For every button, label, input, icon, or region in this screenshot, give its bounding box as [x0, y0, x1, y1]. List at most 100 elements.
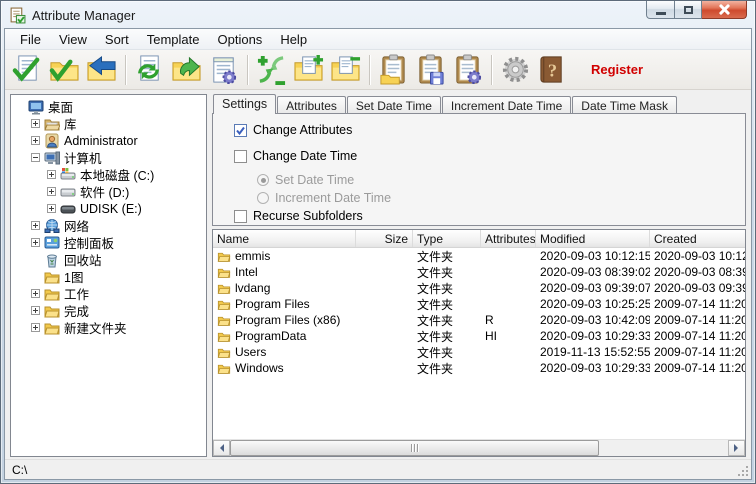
recurse-subfolders-checkbox[interactable]	[234, 210, 247, 223]
table-row[interactable]: Intel文件夹2020-09-03 08:39:022020-09-03 08…	[213, 264, 745, 280]
tree-item-label: Administrator	[64, 134, 138, 148]
column-header-attributes[interactable]: Attributes	[481, 230, 536, 247]
table-row[interactable]: Program Files文件夹2020-09-03 10:25:252009-…	[213, 296, 745, 312]
scrollbar-thumb[interactable]	[230, 440, 599, 456]
sidebar-item-回收站[interactable]: 回收站	[11, 251, 206, 268]
scroll-right-button[interactable]	[728, 440, 745, 456]
table-row[interactable]: Users文件夹2019-11-13 15:52:552009-07-14 11…	[213, 344, 745, 360]
cell-created: 2020-09-03 10:12	[650, 249, 745, 263]
expand-icon[interactable]	[31, 119, 40, 128]
expand-icon[interactable]	[31, 136, 40, 145]
toolbar-button-template-settings[interactable]	[449, 52, 486, 88]
cell-modified: 2020-09-03 10:29:33	[536, 361, 650, 375]
toolbar-button-open-folder[interactable]	[168, 52, 205, 88]
scrollbar-track[interactable]	[230, 440, 728, 456]
sidebar-item-桌面[interactable]: 桌面	[11, 98, 206, 115]
folder-icon	[217, 346, 231, 359]
toolbar-button-options-gear[interactable]	[497, 52, 534, 88]
folder-icon	[44, 286, 60, 302]
toolbar-button-increment-decrement[interactable]	[253, 52, 290, 88]
toolbar-button-template-save[interactable]	[412, 52, 449, 88]
resize-grip[interactable]	[737, 465, 750, 478]
column-header-created[interactable]: Created	[650, 230, 745, 247]
column-header-modified[interactable]: Modified	[536, 230, 650, 247]
sidebar-item-Administrator[interactable]: Administrator	[11, 132, 206, 149]
title-bar[interactable]: Attribute Manager	[1, 1, 755, 28]
change-attributes-checkbox[interactable]	[234, 124, 247, 137]
table-row[interactable]: lvdang文件夹2020-09-03 09:39:072020-09-03 0…	[213, 280, 745, 296]
tab-increment-date-time[interactable]: Increment Date Time	[442, 96, 571, 114]
column-header-size[interactable]: Size	[356, 230, 413, 247]
expand-icon[interactable]	[31, 221, 40, 230]
cell-attributes: HI	[481, 329, 536, 343]
file-list: NameSizeTypeAttributesModifiedCreated em…	[212, 229, 746, 457]
scroll-left-button[interactable]	[213, 440, 230, 456]
window-body: FileViewSortTemplateOptionsHelp Register…	[4, 28, 752, 480]
status-path: C:\	[12, 463, 27, 477]
toolbar-button-template-edit[interactable]	[205, 52, 242, 88]
status-bar: C:\	[5, 459, 751, 479]
template-settings-icon	[452, 54, 483, 85]
menu-options[interactable]: Options	[209, 30, 272, 49]
expand-icon[interactable]	[47, 187, 56, 196]
sidebar-item-软件 (D:)[interactable]: 软件 (D:)	[11, 183, 206, 200]
table-row[interactable]: ProgramData文件夹HI2020-09-03 10:29:332009-…	[213, 328, 745, 344]
tab-settings[interactable]: Settings	[213, 94, 276, 114]
menu-template[interactable]: Template	[138, 30, 209, 49]
column-header-type[interactable]: Type	[413, 230, 481, 247]
folder-icon	[217, 362, 231, 375]
sidebar-item-新建文件夹[interactable]: 新建文件夹	[11, 319, 206, 336]
close-button[interactable]	[702, 1, 747, 19]
toolbar-button-remove-files[interactable]	[327, 52, 364, 88]
folder-icon	[217, 330, 231, 343]
toolbar-button-undo[interactable]	[83, 52, 120, 88]
menu-view[interactable]: View	[50, 30, 96, 49]
table-row[interactable]: Windows文件夹2020-09-03 10:29:332009-07-14 …	[213, 360, 745, 376]
sidebar-item-完成[interactable]: 完成	[11, 302, 206, 319]
maximize-button[interactable]	[675, 1, 702, 19]
cell-created: 2020-09-03 08:39	[650, 265, 745, 279]
menu-help[interactable]: Help	[271, 30, 316, 49]
increment-date-time-radio[interactable]	[257, 192, 269, 204]
sidebar-item-UDISK (E:)[interactable]: UDISK (E:)	[11, 200, 206, 217]
sidebar-item-1图[interactable]: 1图	[11, 268, 206, 285]
sidebar-item-控制面板[interactable]: 控制面板	[11, 234, 206, 251]
toolbar-button-apply-files[interactable]	[9, 52, 46, 88]
apply-folders-icon	[49, 54, 80, 85]
tab-date-time-mask[interactable]: Date Time Mask	[572, 96, 677, 114]
register-link[interactable]: Register	[591, 62, 643, 77]
set-date-time-radio[interactable]	[257, 174, 269, 186]
table-row[interactable]: emmis文件夹2020-09-03 10:12:152020-09-03 10…	[213, 248, 745, 264]
tab-attributes[interactable]: Attributes	[277, 96, 346, 114]
sidebar-item-本地磁盘 (C:)[interactable]: 本地磁盘 (C:)	[11, 166, 206, 183]
table-row[interactable]: Program Files (x86)文件夹R2020-09-03 10:42:…	[213, 312, 745, 328]
tab-set-date-time[interactable]: Set Date Time	[347, 96, 441, 114]
toolbar-button-add-files[interactable]	[290, 52, 327, 88]
toolbar-button-template-open[interactable]	[375, 52, 412, 88]
sidebar-item-计算机[interactable]: 计算机	[11, 149, 206, 166]
sidebar-item-库[interactable]: 库	[11, 115, 206, 132]
column-header-name[interactable]: Name	[213, 230, 356, 247]
menu-sort[interactable]: Sort	[96, 30, 138, 49]
menu-file[interactable]: File	[11, 30, 50, 49]
toolbar-button-refresh[interactable]	[131, 52, 168, 88]
toolbar-separator	[125, 55, 126, 85]
minimize-button[interactable]	[646, 1, 675, 19]
cell-name: Intel	[213, 265, 356, 279]
close-icon	[719, 4, 730, 15]
expand-icon[interactable]	[47, 170, 56, 179]
expand-icon[interactable]	[47, 204, 56, 213]
collapse-icon[interactable]	[31, 153, 40, 162]
toolbar-button-apply-folders[interactable]	[46, 52, 83, 88]
toolbar: Register	[5, 50, 751, 90]
expand-icon[interactable]	[31, 323, 40, 332]
sidebar-item-工作[interactable]: 工作	[11, 285, 206, 302]
expand-icon[interactable]	[31, 289, 40, 298]
change-date-time-checkbox[interactable]	[234, 150, 247, 163]
expand-icon[interactable]	[31, 238, 40, 247]
window-title: Attribute Manager	[32, 8, 135, 23]
sidebar-item-网络[interactable]: 网络	[11, 217, 206, 234]
template-edit-icon	[208, 54, 239, 85]
toolbar-button-help[interactable]	[534, 52, 571, 88]
expand-icon[interactable]	[31, 306, 40, 315]
